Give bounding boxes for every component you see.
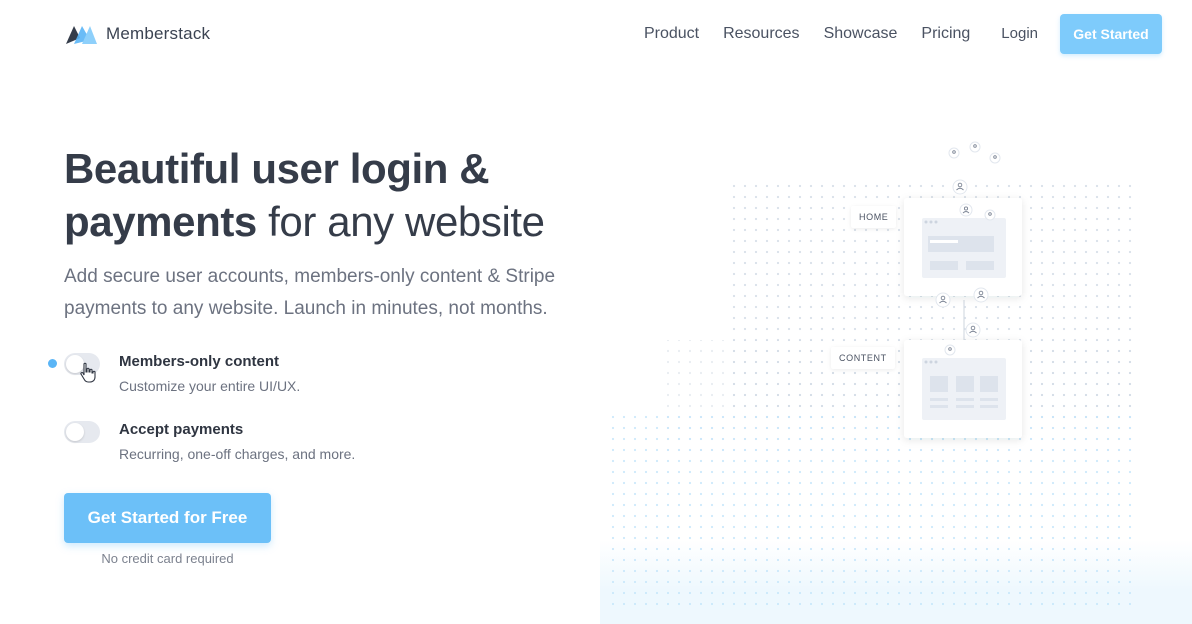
feature-title: Accept payments (119, 421, 244, 438)
headline-line1: Beautiful user login & (64, 145, 490, 192)
brand-logo[interactable]: Memberstack (64, 22, 210, 46)
headline-rest: for any website (256, 198, 545, 245)
feature-accept-payments: Accept payments Recurring, one-off charg… (64, 421, 355, 462)
login-link[interactable]: Login (1001, 14, 1038, 54)
toggle-knob (66, 423, 84, 441)
headline-bold: payments (64, 198, 257, 245)
nav-pricing[interactable]: Pricing (921, 14, 970, 54)
nav-resources[interactable]: Resources (723, 14, 799, 54)
top-nav: Product Resources Showcase Pricing Login… (620, 14, 1162, 54)
feature-desc: Recurring, one-off charges, and more. (119, 446, 356, 462)
hero-subhead: Add secure user accounts, members-only c… (64, 266, 556, 319)
hero-headline: Beautiful user login & payments for any … (64, 142, 624, 248)
feature-title: Members-only content (119, 353, 280, 370)
active-indicator-dot (48, 359, 57, 368)
get-started-button[interactable]: Get Started (1060, 14, 1162, 54)
content-label: CONTENT (831, 347, 895, 369)
hand-cursor-icon (80, 362, 96, 383)
memberstack-logo-icon (66, 26, 97, 44)
brand-name: Memberstack (106, 24, 211, 43)
nav-showcase[interactable]: Showcase (824, 14, 898, 54)
nav-product[interactable]: Product (644, 14, 699, 54)
home-label: HOME (851, 206, 897, 228)
get-started-free-button[interactable]: Get Started for Free (64, 493, 271, 543)
feature-members-only: Members-only content Customize your enti… (64, 353, 300, 394)
no-credit-card-note: No credit card required (101, 551, 234, 566)
feature-desc: Customize your entire UI/UX. (119, 378, 301, 394)
accept-payments-toggle[interactable] (64, 421, 100, 443)
